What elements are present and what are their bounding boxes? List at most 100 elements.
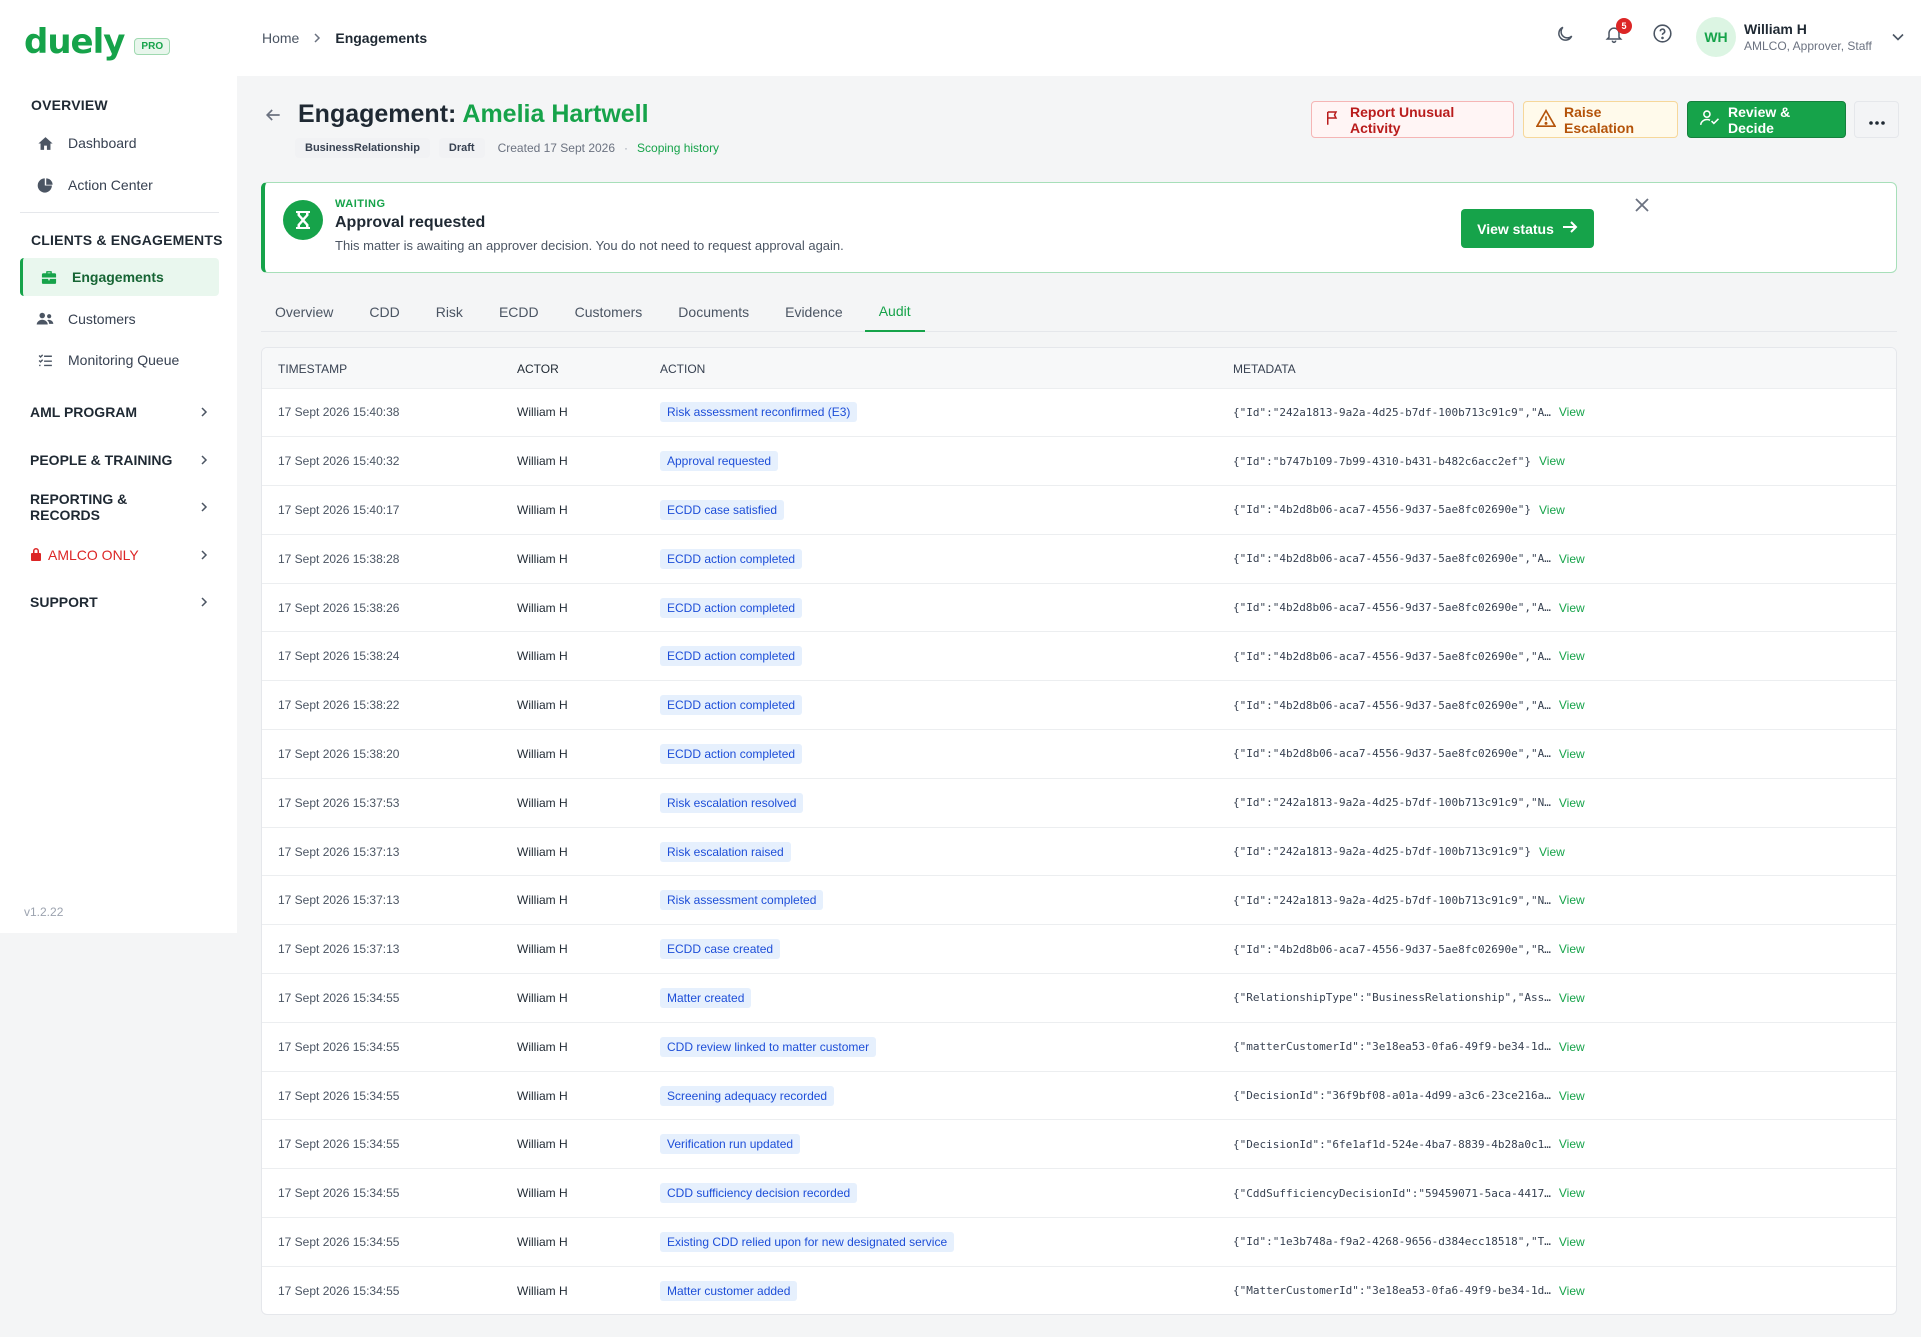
tab-overview[interactable]: Overview: [261, 292, 347, 332]
sidebar-item-monitoring-queue[interactable]: Monitoring Queue: [20, 341, 219, 379]
brand-logo[interactable]: duely PRO: [24, 22, 171, 62]
metadata-text: {"Id":"4b2d8b06-aca7-4556-9d37-5ae8fc026…: [1233, 747, 1551, 761]
warning-triangle-icon: [1535, 109, 1557, 130]
tab-ecdd[interactable]: ECDD: [485, 292, 553, 332]
cell-actor: William H: [517, 1070, 660, 1120]
sidebar-group-amlco-only[interactable]: AMLCO ONLY: [20, 537, 219, 573]
metadata-text: {"Id":"242a1813-9a2a-4d25-b7df-100b713c9…: [1233, 845, 1532, 859]
sidebar-group-people-training[interactable]: PEOPLE & TRAINING: [20, 442, 219, 478]
view-metadata-link[interactable]: View: [1559, 1235, 1585, 1249]
view-metadata-link[interactable]: View: [1559, 796, 1585, 810]
cell-actor: William H: [517, 924, 660, 974]
sidebar-group-label: AMLCO ONLY: [48, 547, 139, 563]
cell-metadata: {"Id":"4b2d8b06-aca7-4556-9d37-5ae8fc026…: [1233, 631, 1896, 681]
cell-metadata: {"Id":"4b2d8b06-aca7-4556-9d37-5ae8fc026…: [1233, 680, 1896, 730]
view-status-label: View status: [1477, 220, 1554, 237]
sidebar-item-label: Action Center: [68, 177, 153, 193]
view-metadata-link[interactable]: View: [1559, 1040, 1585, 1054]
sidebar-group-aml-program[interactable]: AML PROGRAM: [20, 394, 219, 430]
cell-timestamp: 17 Sept 2026 15:38:26: [262, 582, 517, 632]
metadata-text: {"Id":"242a1813-9a2a-4d25-b7df-100b713c9…: [1233, 796, 1551, 810]
view-metadata-link[interactable]: View: [1559, 1137, 1585, 1151]
cell-timestamp: 17 Sept 2026 15:40:32: [262, 436, 517, 486]
raise-escalation-button[interactable]: Raise Escalation: [1523, 101, 1678, 138]
engagement-meta: BusinessRelationship Draft Created 17 Se…: [295, 138, 719, 158]
close-icon[interactable]: [1634, 197, 1650, 218]
more-actions-button[interactable]: [1854, 101, 1899, 138]
tab-cdd[interactable]: CDD: [355, 292, 413, 332]
view-metadata-link[interactable]: View: [1559, 552, 1585, 566]
cell-actor: William H: [517, 875, 660, 925]
view-metadata-link[interactable]: View: [1559, 747, 1585, 761]
view-metadata-link[interactable]: View: [1559, 991, 1585, 1005]
view-metadata-link[interactable]: View: [1559, 698, 1585, 712]
view-metadata-link[interactable]: View: [1559, 1186, 1585, 1200]
user-menu[interactable]: WH William H AMLCO, Approver, Staff: [1696, 17, 1904, 57]
sidebar-item-label: Customers: [68, 311, 136, 327]
report-unusual-activity-button[interactable]: Report Unusual Activity: [1311, 101, 1514, 138]
back-arrow-icon[interactable]: [263, 105, 283, 130]
hourglass-icon: [283, 200, 323, 240]
column-actor: ACTOR: [517, 348, 660, 388]
metadata-text: {"CddSufficiencyDecisionId":"59459071-5a…: [1233, 1186, 1551, 1200]
table-row: 17 Sept 2026 15:34:55 William H Matter c…: [262, 1265, 1896, 1314]
tab-audit[interactable]: Audit: [864, 292, 925, 332]
scoping-history-link[interactable]: Scoping history: [637, 141, 719, 155]
sidebar: duely PRO OVERVIEW Dashboard Action Cent…: [0, 0, 237, 933]
breadcrumb-current[interactable]: Engagements: [335, 30, 427, 46]
action-pill: Risk escalation resolved: [660, 792, 804, 813]
sidebar-item-action-center[interactable]: Action Center: [20, 166, 219, 204]
view-metadata-link[interactable]: View: [1539, 845, 1565, 859]
tab-customers[interactable]: Customers: [561, 292, 657, 332]
user-check-icon: [1700, 109, 1720, 130]
cell-timestamp: 17 Sept 2026 15:34:55: [262, 1168, 517, 1218]
tab-evidence[interactable]: Evidence: [771, 292, 857, 332]
cell-metadata: {"DecisionId":"6fe1af1d-524e-4ba7-8839-4…: [1233, 1119, 1896, 1169]
tab-risk[interactable]: Risk: [422, 292, 477, 332]
theme-toggle-button[interactable]: [1551, 22, 1579, 50]
sidebar-item-engagements[interactable]: Engagements: [20, 258, 219, 296]
action-pill: Verification run updated: [660, 1134, 801, 1155]
view-metadata-link[interactable]: View: [1559, 649, 1585, 663]
cell-timestamp: 17 Sept 2026 15:37:13: [262, 875, 517, 925]
metadata-text: {"Id":"4b2d8b06-aca7-4556-9d37-5ae8fc026…: [1233, 552, 1551, 566]
view-metadata-link[interactable]: View: [1559, 1284, 1585, 1298]
sidebar-group-label: PEOPLE & TRAINING: [30, 452, 173, 468]
cell-metadata: {"Id":"4b2d8b06-aca7-4556-9d37-5ae8fc026…: [1233, 924, 1896, 974]
view-metadata-link[interactable]: View: [1539, 503, 1565, 517]
metadata-text: {"matterCustomerId":"3e18ea53-0fa6-49f9-…: [1233, 1040, 1551, 1054]
cell-actor: William H: [517, 729, 660, 779]
chevron-right-icon: [313, 30, 321, 46]
cell-actor: William H: [517, 777, 660, 828]
sidebar-item-dashboard[interactable]: Dashboard: [20, 124, 219, 162]
escalate-label: Raise Escalation: [1564, 103, 1635, 136]
banner-text: This matter is awaiting an approver deci…: [335, 238, 844, 253]
action-pill: ECDD case created: [660, 939, 781, 960]
cell-action: ECDD action completed: [660, 533, 1233, 584]
notifications-button[interactable]: 5: [1600, 18, 1632, 50]
view-metadata-link[interactable]: View: [1559, 601, 1585, 615]
cell-metadata: {"DecisionId":"36f9bf08-a01a-4d99-a3c6-2…: [1233, 1070, 1896, 1120]
tab-documents[interactable]: Documents: [664, 292, 763, 332]
view-metadata-link[interactable]: View: [1559, 942, 1585, 956]
view-metadata-link[interactable]: View: [1559, 405, 1585, 419]
help-button[interactable]: [1648, 22, 1676, 50]
more-horizontal-icon: [1868, 112, 1885, 128]
action-pill: CDD sufficiency decision recorded: [660, 1183, 858, 1204]
breadcrumb-home[interactable]: Home: [262, 30, 299, 46]
brand-badge: PRO: [134, 37, 171, 55]
view-metadata-link[interactable]: View: [1539, 454, 1565, 468]
sidebar-item-customers[interactable]: Customers: [20, 300, 219, 338]
view-status-button[interactable]: View status: [1461, 209, 1594, 248]
cell-action: Screening adequacy recorded: [660, 1070, 1233, 1120]
metadata-text: {"Id":"4b2d8b06-aca7-4556-9d37-5ae8fc026…: [1233, 649, 1551, 663]
cell-actor: William H: [517, 1217, 660, 1267]
view-metadata-link[interactable]: View: [1559, 893, 1585, 907]
user-roles: AMLCO, Approver, Staff: [1744, 39, 1872, 53]
sidebar-group-reporting-records[interactable]: REPORTING & RECORDS: [20, 489, 219, 525]
cell-metadata: {"RelationshipType":"BusinessRelationshi…: [1233, 973, 1896, 1023]
review-decide-button[interactable]: Review & Decide: [1687, 101, 1846, 138]
sidebar-group-support[interactable]: SUPPORT: [20, 584, 219, 620]
view-metadata-link[interactable]: View: [1559, 1089, 1585, 1103]
table-row: 17 Sept 2026 15:34:55 William H Verifica…: [262, 1119, 1896, 1169]
